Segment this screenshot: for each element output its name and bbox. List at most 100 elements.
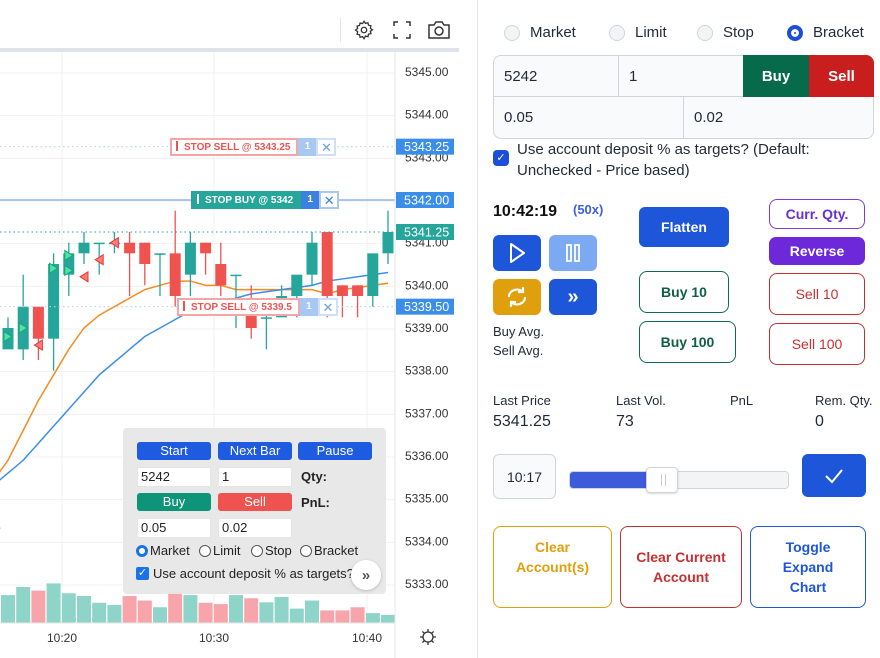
rem-qty-value: 0 bbox=[815, 413, 824, 430]
volume-bar bbox=[320, 610, 335, 623]
refresh-icon bbox=[507, 286, 527, 308]
replay-start-button[interactable]: Start bbox=[137, 442, 211, 460]
replay-sell-button[interactable]: Sell bbox=[218, 493, 292, 511]
order-tag-qty: 1 bbox=[301, 191, 320, 209]
order-tag[interactable]: STOP SELL @ 5339.5 1 ✕ bbox=[177, 297, 338, 316]
replay-time-input[interactable]: 10:17 bbox=[493, 454, 556, 499]
replay-next-bar-button[interactable]: Next Bar bbox=[218, 442, 292, 460]
fast-forward-button[interactable]: » bbox=[549, 279, 597, 315]
volume-bar bbox=[213, 604, 228, 623]
order-tag-text: STOP SELL @ 5339.5 bbox=[191, 301, 292, 313]
replay-clock: 10:42:19 bbox=[493, 203, 558, 220]
expand-overlay-button[interactable]: » bbox=[351, 560, 381, 590]
replay-target2-input[interactable]: 0.02 bbox=[218, 518, 292, 538]
volume-bar bbox=[381, 614, 395, 623]
radio-bracket[interactable]: Bracket bbox=[787, 24, 864, 41]
toggle-expand-chart-button[interactable]: Toggle Expand Chart bbox=[750, 526, 866, 608]
candle-body bbox=[139, 242, 151, 264]
reverse-button[interactable]: Reverse bbox=[769, 237, 865, 265]
candle-body bbox=[32, 306, 44, 339]
last-price-label: Last Price bbox=[493, 393, 551, 408]
candle-body bbox=[93, 242, 105, 245]
replay-speed: (50x) bbox=[573, 202, 604, 217]
replay-radio-bracket[interactable]: Bracket bbox=[300, 543, 358, 558]
qty-input[interactable]: 1 bbox=[618, 55, 744, 97]
time-tick-label: 10:30 bbox=[199, 631, 229, 645]
replay-radio-stop[interactable]: Stop bbox=[251, 543, 292, 558]
buy-button[interactable]: Buy bbox=[743, 55, 809, 97]
candle-body bbox=[352, 285, 364, 296]
replay-qty-label: Qty: bbox=[301, 469, 327, 484]
candle-body bbox=[154, 253, 166, 255]
replay-radio-limit[interactable]: Limit bbox=[199, 543, 240, 558]
price-tick-label: 5339.00 bbox=[405, 321, 449, 335]
volume-bar bbox=[153, 607, 167, 623]
price-tick-label: 5335.00 bbox=[405, 492, 449, 506]
curr-qty-button[interactable]: Curr. Qty. bbox=[769, 199, 865, 229]
close-icon[interactable]: ✕ bbox=[317, 297, 338, 316]
clear-current-account-button[interactable]: Clear Current Account bbox=[620, 526, 742, 608]
target1-input[interactable]: 0.05 bbox=[493, 97, 684, 139]
price-tick-label: 5345.00 bbox=[405, 65, 449, 79]
replay-buy-button[interactable]: Buy bbox=[137, 493, 211, 511]
slider-handle[interactable] bbox=[645, 467, 678, 493]
buy-10-button[interactable]: Buy 10 bbox=[639, 271, 729, 313]
sell-button[interactable]: Sell bbox=[809, 55, 874, 97]
flatten-button[interactable]: Flatten bbox=[639, 207, 729, 247]
replay-radio-market[interactable]: Market bbox=[136, 543, 190, 558]
candle-body bbox=[306, 242, 318, 275]
buy-100-button[interactable]: Buy 100 bbox=[639, 321, 736, 363]
checkmark-icon bbox=[825, 468, 843, 483]
volume-bar bbox=[259, 602, 274, 623]
replay-qty-input[interactable]: 1 bbox=[218, 467, 292, 487]
fullscreen-icon[interactable] bbox=[389, 17, 415, 43]
replay-time-slider[interactable] bbox=[569, 467, 789, 493]
candle-body bbox=[124, 242, 136, 254]
confirm-time-button[interactable] bbox=[802, 454, 866, 497]
order-tag[interactable]: STOP BUY @ 5342 1 ✕ bbox=[191, 191, 340, 209]
close-icon[interactable]: ✕ bbox=[319, 191, 340, 209]
radio-selected-icon bbox=[136, 544, 148, 557]
replay-target1-input[interactable]: 0.05 bbox=[137, 518, 211, 538]
time-tick-label: 10:40 bbox=[352, 631, 382, 645]
sell-10-button[interactable]: Sell 10 bbox=[769, 273, 865, 315]
price-badge-label: 5339.50 bbox=[404, 300, 449, 314]
radio-market[interactable]: Market bbox=[504, 24, 576, 41]
camera-icon[interactable] bbox=[426, 17, 452, 43]
deposit-targets-checkbox[interactable]: ✓ bbox=[493, 150, 509, 166]
candle-body bbox=[48, 264, 60, 339]
replay-pause-button[interactable]: Pause bbox=[298, 442, 372, 460]
chart-toolbar bbox=[0, 0, 460, 50]
order-tag-label: STOP SELL @ 5343.25 bbox=[170, 137, 299, 156]
candle-body bbox=[200, 242, 212, 254]
target2-input[interactable]: 0.02 bbox=[683, 97, 874, 139]
play-button[interactable] bbox=[493, 235, 541, 271]
radio-stop[interactable]: Stop bbox=[697, 24, 754, 41]
reset-button[interactable] bbox=[493, 279, 541, 315]
price-input[interactable]: 5242 bbox=[493, 55, 619, 97]
volume-bar bbox=[198, 602, 213, 623]
volume-bar bbox=[305, 600, 319, 623]
radio-icon bbox=[697, 24, 713, 41]
sun-icon[interactable] bbox=[420, 629, 436, 645]
deposit-targets-label: Use account deposit % as targets? (Defau… bbox=[517, 141, 810, 179]
double-chevron-right-icon: » bbox=[567, 285, 579, 308]
candle-body bbox=[321, 232, 333, 296]
replay-deposit-checkbox[interactable]: ✓ Use account deposit % as targets? bbox=[136, 566, 354, 581]
buy-avg-label: Buy Avg. bbox=[493, 324, 545, 339]
order-tag-text: STOP BUY @ 5342 bbox=[205, 195, 294, 206]
radio-limit[interactable]: Limit bbox=[609, 24, 667, 41]
candle-body bbox=[215, 264, 227, 286]
clear-accounts-button[interactable]: Clear Account(s) bbox=[493, 526, 612, 608]
replay-price-input[interactable]: 5242 bbox=[137, 467, 211, 487]
order-tag[interactable]: STOP SELL @ 5343.25 1 ✕ bbox=[170, 137, 337, 156]
price-tick-label: 5334.00 bbox=[405, 534, 449, 548]
pnl-label: PnL bbox=[730, 393, 754, 408]
close-icon[interactable]: ✕ bbox=[316, 137, 337, 156]
gear-icon[interactable] bbox=[351, 17, 377, 43]
sell-100-button[interactable]: Sell 100 bbox=[769, 323, 865, 365]
volume-bar bbox=[61, 593, 76, 623]
volume-bar bbox=[122, 596, 137, 623]
pause-button[interactable] bbox=[549, 235, 597, 271]
volume-bar bbox=[168, 592, 183, 623]
